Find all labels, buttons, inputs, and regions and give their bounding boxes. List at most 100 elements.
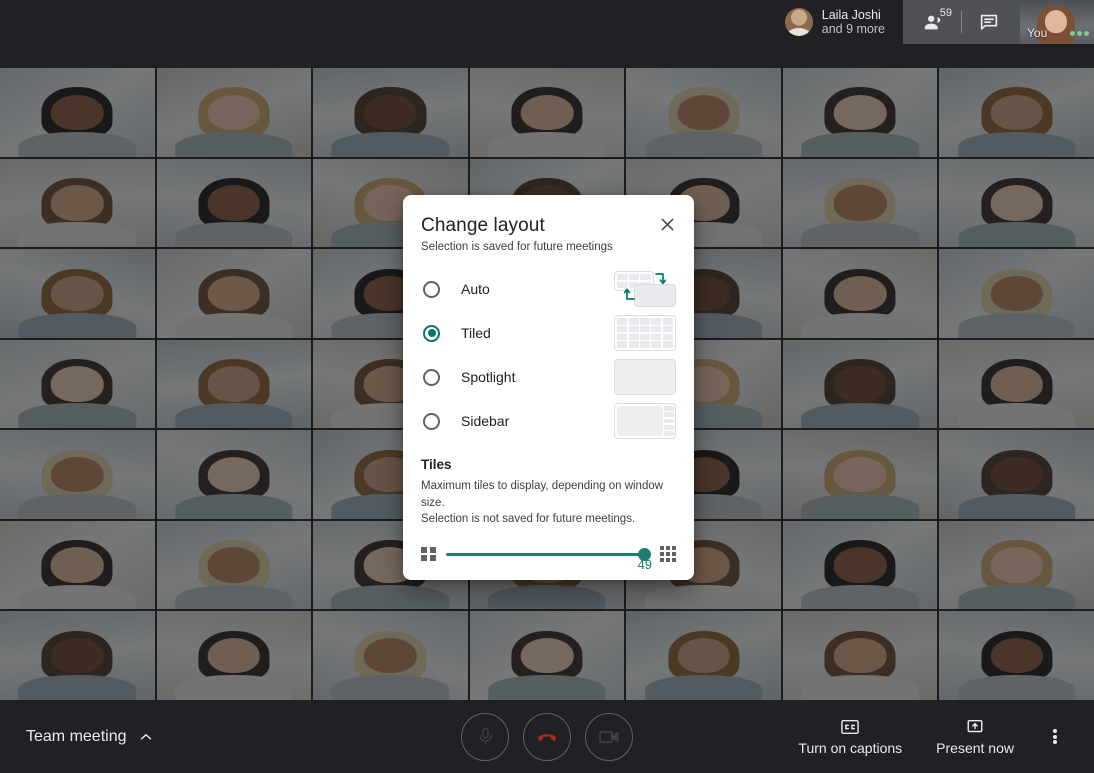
participant-tile[interactable]	[156, 430, 312, 519]
top-action-bar: 59	[903, 0, 1020, 44]
participant-face	[51, 366, 104, 402]
participant-tile[interactable]	[939, 520, 1094, 610]
participant-tile[interactable]	[0, 68, 155, 157]
self-view-label: You	[1027, 26, 1048, 40]
layout-option-tiled[interactable]: Tiled	[421, 311, 676, 355]
participant-tile[interactable]	[313, 611, 468, 700]
participant-face	[677, 637, 730, 674]
participant-body	[175, 675, 293, 700]
participant-tile[interactable]	[469, 68, 625, 157]
participant-body	[801, 675, 919, 700]
participant-tile[interactable]	[0, 158, 155, 248]
radio-sidebar[interactable]	[423, 412, 440, 430]
participant-body	[801, 312, 919, 338]
participant-face	[990, 547, 1043, 583]
participant-face	[207, 456, 261, 493]
present-now-button[interactable]: Present now	[922, 712, 1028, 762]
participant-tile[interactable]	[939, 249, 1094, 338]
layout-option-sidebar[interactable]: Sidebar	[421, 399, 676, 443]
dialog-title: Change layout	[421, 215, 545, 236]
participant-tile[interactable]	[939, 68, 1094, 157]
layout-option-spotlight[interactable]: Spotlight	[421, 355, 676, 399]
participant-tile[interactable]	[626, 68, 781, 157]
participant-face	[990, 456, 1043, 493]
participant-tile[interactable]	[782, 249, 938, 338]
participant-tile[interactable]	[156, 68, 312, 157]
participant-face	[520, 637, 574, 674]
layout-option-tiled-label: Tiled	[461, 325, 491, 341]
participant-tile[interactable]	[0, 430, 155, 519]
radio-spotlight[interactable]	[423, 368, 440, 386]
camera-button[interactable]	[585, 712, 633, 761]
microphone-button[interactable]	[461, 712, 509, 761]
participant-face	[833, 637, 887, 674]
hangup-icon	[538, 733, 556, 741]
tiles-slider[interactable]	[445, 544, 651, 564]
participant-tile[interactable]	[0, 249, 155, 338]
participant-tile[interactable]	[156, 520, 312, 610]
small-grid-icon[interactable]	[421, 546, 436, 562]
participant-body	[801, 131, 919, 157]
layout-option-auto-label: Auto	[461, 281, 490, 297]
end-call-button[interactable]	[523, 712, 571, 761]
participant-tile[interactable]	[782, 339, 938, 429]
participant-body	[175, 312, 293, 338]
participant-tile[interactable]	[782, 520, 938, 610]
meeting-details-button[interactable]: Team meeting	[0, 728, 155, 746]
participant-body	[175, 131, 293, 157]
radio-auto[interactable]	[423, 280, 440, 298]
participant-tile[interactable]	[156, 611, 312, 700]
present-screen-icon	[967, 719, 983, 732]
participant-tile[interactable]	[939, 611, 1094, 700]
auto-layout-preview	[614, 271, 676, 307]
large-grid-icon[interactable]	[660, 546, 676, 563]
spotlight-layout-preview	[614, 359, 676, 395]
participant-tile[interactable]	[782, 430, 938, 519]
layout-option-auto[interactable]: Auto	[421, 267, 676, 311]
participant-face	[990, 637, 1043, 674]
chat-button[interactable]	[962, 0, 1016, 44]
participant-tile[interactable]	[782, 158, 938, 248]
participant-tile[interactable]	[0, 611, 155, 700]
avatar	[784, 8, 813, 36]
arrow-down-right-icon	[655, 273, 666, 285]
top-bar: Laila Joshi and 9 more 59 You	[0, 0, 1094, 68]
close-button[interactable]	[654, 211, 680, 237]
self-view-tile[interactable]: You	[1020, 0, 1094, 44]
participant-tile[interactable]	[626, 611, 781, 700]
participant-tile[interactable]	[0, 339, 155, 429]
captions-button[interactable]: Turn on captions	[784, 712, 916, 762]
participant-face	[51, 275, 104, 312]
participant-tile[interactable]	[156, 249, 312, 338]
participant-body	[175, 222, 293, 248]
participant-tile[interactable]	[782, 68, 938, 157]
participant-tile[interactable]	[0, 520, 155, 610]
participants-button[interactable]: 59	[907, 0, 961, 44]
tiles-slider-value: 49	[637, 557, 652, 572]
participant-body	[644, 131, 763, 157]
tiles-description-line2: Selection is not saved for future meetin…	[421, 513, 636, 526]
microphone-icon	[478, 727, 492, 746]
participant-face	[207, 366, 261, 402]
participant-tile[interactable]	[939, 430, 1094, 519]
participant-tile[interactable]	[156, 339, 312, 429]
participant-body	[801, 584, 919, 610]
participant-tile[interactable]	[313, 68, 468, 157]
active-speaker-subtitle: and 9 more	[821, 22, 885, 36]
participant-body	[18, 131, 137, 157]
more-vertical-icon	[1053, 727, 1057, 745]
more-options-button[interactable]	[1034, 713, 1076, 761]
participant-tile[interactable]	[782, 611, 938, 700]
layout-option-sidebar-label: Sidebar	[461, 413, 510, 429]
participant-tile[interactable]	[939, 339, 1094, 429]
participant-tile[interactable]	[469, 611, 625, 700]
participant-tile[interactable]	[156, 158, 312, 248]
radio-tiled[interactable]	[423, 324, 440, 342]
participant-body	[957, 312, 1076, 338]
chevron-up-icon	[140, 733, 151, 740]
participant-tile[interactable]	[939, 158, 1094, 248]
participant-face	[990, 275, 1043, 312]
participant-face	[207, 547, 261, 583]
participant-body	[957, 222, 1076, 248]
change-layout-dialog: Change layout Selection is saved for fut…	[403, 195, 694, 580]
